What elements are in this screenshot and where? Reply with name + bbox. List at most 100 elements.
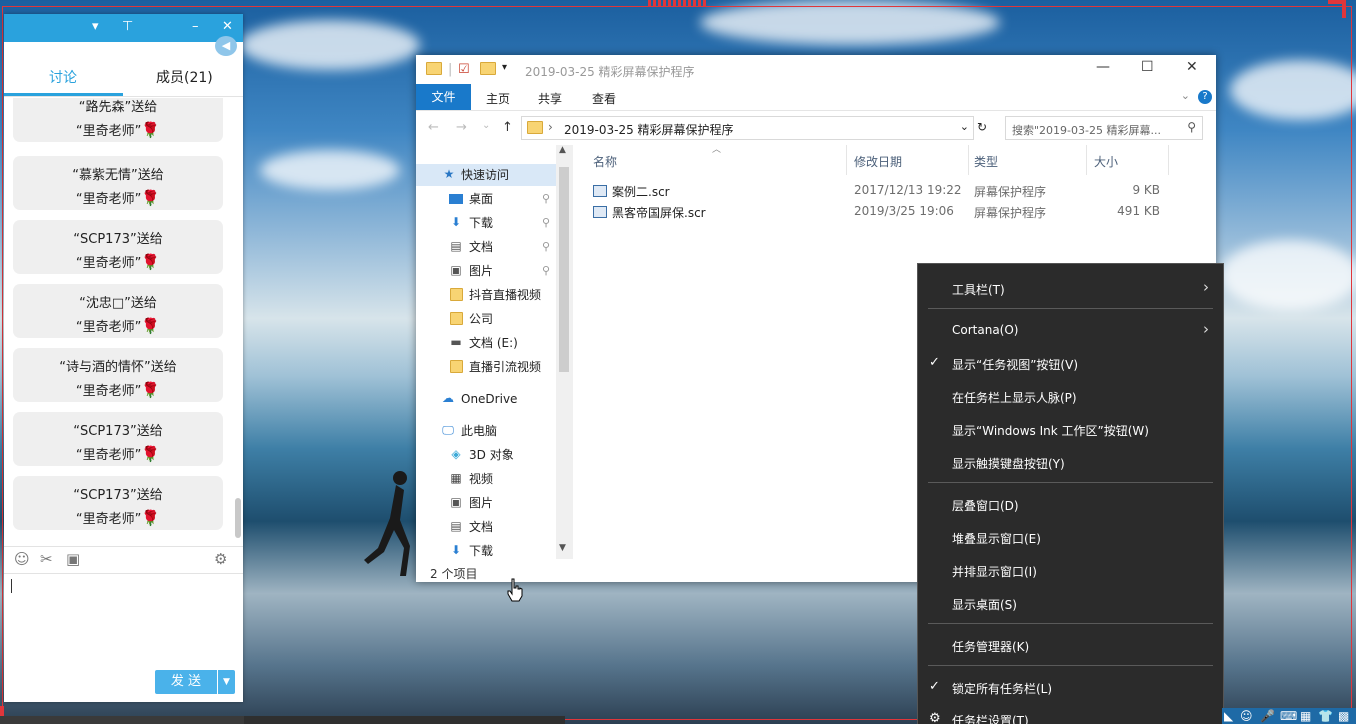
keyboard-icon[interactable]: ⌨: [1280, 709, 1297, 723]
send-options-dropdown[interactable]: ▼: [218, 670, 235, 694]
column-header-type[interactable]: 类型: [974, 153, 998, 170]
menu-item-task-view[interactable]: ✓ 显示“任务视图”按钮(V): [918, 351, 1223, 375]
image-icon[interactable]: ▣: [66, 550, 80, 568]
nav-item-drive-e[interactable]: ▬ 文档 (E:): [416, 332, 571, 354]
breadcrumb-chevron-icon[interactable]: ›: [548, 120, 553, 134]
back-icon[interactable]: ←: [428, 120, 439, 135]
chat-input[interactable]: [4, 573, 243, 667]
column-header-date[interactable]: 修改日期: [854, 153, 902, 170]
tab-discussion[interactable]: 讨论: [49, 70, 77, 86]
cloud-icon: ☁: [442, 391, 454, 405]
menu-item-lock-taskbar[interactable]: ✓ 锁定所有任务栏(L): [918, 675, 1223, 699]
column-divider[interactable]: [1168, 145, 1169, 175]
pin-icon[interactable]: ⚲: [542, 260, 550, 282]
tab-share[interactable]: 共享: [538, 90, 562, 107]
recent-locations-icon[interactable]: ⌄: [482, 120, 490, 131]
nav-item-douyin-videos[interactable]: 抖音直播视频: [416, 284, 571, 306]
column-header-size[interactable]: 大小: [1094, 153, 1118, 170]
customize-quick-access-icon[interactable]: ▾: [502, 62, 507, 73]
gear-icon[interactable]: ⚙: [214, 550, 227, 568]
recording-handle[interactable]: [648, 0, 706, 6]
nav-item-videos[interactable]: ▦ 视频: [416, 468, 571, 490]
refresh-icon[interactable]: ↻: [977, 120, 987, 134]
tab-members[interactable]: 成员(21): [156, 70, 213, 86]
nav-item-desktop[interactable]: 桌面 ⚲: [416, 188, 571, 210]
tab-home[interactable]: 主页: [486, 90, 510, 107]
nav-item-quick-access[interactable]: ★ 快速访问: [416, 164, 571, 186]
scroll-up-icon[interactable]: ▲: [559, 145, 566, 155]
nav-item-3d-objects[interactable]: ◈ 3D 对象: [416, 444, 571, 466]
nav-item-documents[interactable]: ▤ 文档 ⚲: [416, 236, 571, 258]
microphone-icon[interactable]: 🎤: [1260, 709, 1275, 723]
tab-file[interactable]: 文件: [416, 84, 471, 110]
chevron-down-icon[interactable]: ▾: [92, 20, 99, 34]
scissors-icon[interactable]: ✂: [40, 550, 53, 568]
search-box[interactable]: 搜索"2019-03-25 精彩屏幕... ⚲: [1005, 116, 1203, 140]
nav-scrollbar[interactable]: ▲ ▼: [556, 145, 573, 559]
pin-icon[interactable]: ⚲: [542, 188, 550, 210]
menu-item-show-desktop[interactable]: 显示桌面(S): [918, 591, 1223, 615]
gift-message: “慕紫无情”送给 “里奇老师”🌹: [13, 156, 223, 210]
menu-item-label: 并排显示窗口(I): [952, 565, 1037, 579]
minimize-icon[interactable]: —: [1096, 59, 1110, 75]
search-icon[interactable]: ⚲: [1187, 120, 1196, 134]
emoji-icon[interactable]: ☺: [14, 550, 30, 568]
arrow-icon[interactable]: ◣: [1224, 709, 1233, 723]
nav-item-documents-pc[interactable]: ▤ 文档: [416, 516, 571, 538]
column-header-name[interactable]: 名称: [593, 153, 617, 170]
menu-item-toolbars[interactable]: 工具栏(T) ›: [918, 276, 1223, 300]
file-row[interactable]: 案例二.scr 2017/12/13 19:22 屏幕保护程序 9 KB: [573, 180, 1216, 201]
scrollbar-thumb[interactable]: [559, 167, 569, 372]
nav-item-this-pc[interactable]: 🖵 此电脑: [416, 420, 571, 442]
address-bar[interactable]: › 2019-03-25 精彩屏幕保护程序 ⌄: [521, 116, 974, 140]
separator: |: [448, 62, 453, 77]
apps-icon[interactable]: ▩: [1338, 709, 1349, 723]
close-icon[interactable]: ✕: [1186, 59, 1198, 75]
up-icon[interactable]: ↑: [502, 120, 513, 135]
nav-item-livestream-videos[interactable]: 直播引流视频: [416, 356, 571, 378]
expand-ribbon-icon[interactable]: ⌄: [1181, 89, 1190, 102]
recording-corner[interactable]: [1328, 0, 1346, 18]
maximize-icon[interactable]: ☐: [1141, 59, 1154, 75]
menu-item-side-by-side[interactable]: 并排显示窗口(I): [918, 558, 1223, 582]
shirt-icon[interactable]: 👕: [1318, 709, 1333, 723]
nav-item-pictures[interactable]: ▣ 图片 ⚲: [416, 260, 571, 282]
chat-scrollbar[interactable]: [235, 498, 241, 538]
help-icon[interactable]: ?: [1198, 90, 1212, 104]
menu-item-touch-keyboard[interactable]: 显示触摸键盘按钮(Y): [918, 450, 1223, 474]
gift-recipient-name: “里奇老师”: [75, 512, 142, 527]
nav-item-downloads[interactable]: ⬇ 下载 ⚲: [416, 212, 571, 234]
file-row[interactable]: 黑客帝国屏保.scr 2019/3/25 19:06 屏幕保护程序 491 KB: [573, 201, 1216, 222]
nav-item-onedrive[interactable]: ☁ OneDrive: [416, 388, 571, 410]
pin-icon[interactable]: ⚲: [542, 236, 550, 258]
menu-item-cortana[interactable]: Cortana(O) ›: [918, 318, 1223, 342]
address-dropdown-icon[interactable]: ⌄: [960, 120, 969, 133]
pin-icon[interactable]: ⚲: [542, 212, 550, 234]
scroll-down-icon[interactable]: ▼: [559, 543, 566, 553]
smiley-icon[interactable]: ☺: [1240, 709, 1253, 723]
new-folder-icon[interactable]: [480, 62, 496, 79]
gift-recipient: “里奇老师”🌹: [13, 252, 223, 271]
send-button[interactable]: 发 送: [155, 670, 217, 694]
menu-item-stacked[interactable]: 堆叠显示窗口(E): [918, 525, 1223, 549]
nav-item-company[interactable]: 公司: [416, 308, 571, 330]
forward-icon[interactable]: →: [456, 120, 467, 135]
nav-item-downloads-pc[interactable]: ⬇ 下载: [416, 540, 571, 559]
minimize-icon[interactable]: –: [192, 20, 199, 34]
grid-icon[interactable]: ▦: [1300, 709, 1311, 723]
nav-item-pictures-pc[interactable]: ▣ 图片: [416, 492, 571, 514]
column-divider[interactable]: [846, 145, 847, 175]
document-icon: ▤: [450, 519, 462, 533]
menu-separator: [928, 482, 1213, 483]
menu-item-task-manager[interactable]: 任务管理器(K): [918, 633, 1223, 657]
close-icon[interactable]: ✕: [222, 20, 233, 34]
menu-item-windows-ink[interactable]: 显示“Windows Ink 工作区”按钮(W): [918, 417, 1223, 441]
menu-item-taskbar-settings[interactable]: ⚙ 任务栏设置(T): [918, 707, 1223, 724]
column-divider[interactable]: [1086, 145, 1087, 175]
menu-item-people[interactable]: 在任务栏上显示人脉(P): [918, 384, 1223, 408]
menu-item-cascade[interactable]: 层叠窗口(D): [918, 492, 1223, 516]
properties-icon[interactable]: ☑: [458, 62, 470, 77]
column-divider[interactable]: [968, 145, 969, 175]
pin-icon[interactable]: ⊤: [122, 20, 133, 34]
tab-view[interactable]: 查看: [592, 90, 616, 107]
